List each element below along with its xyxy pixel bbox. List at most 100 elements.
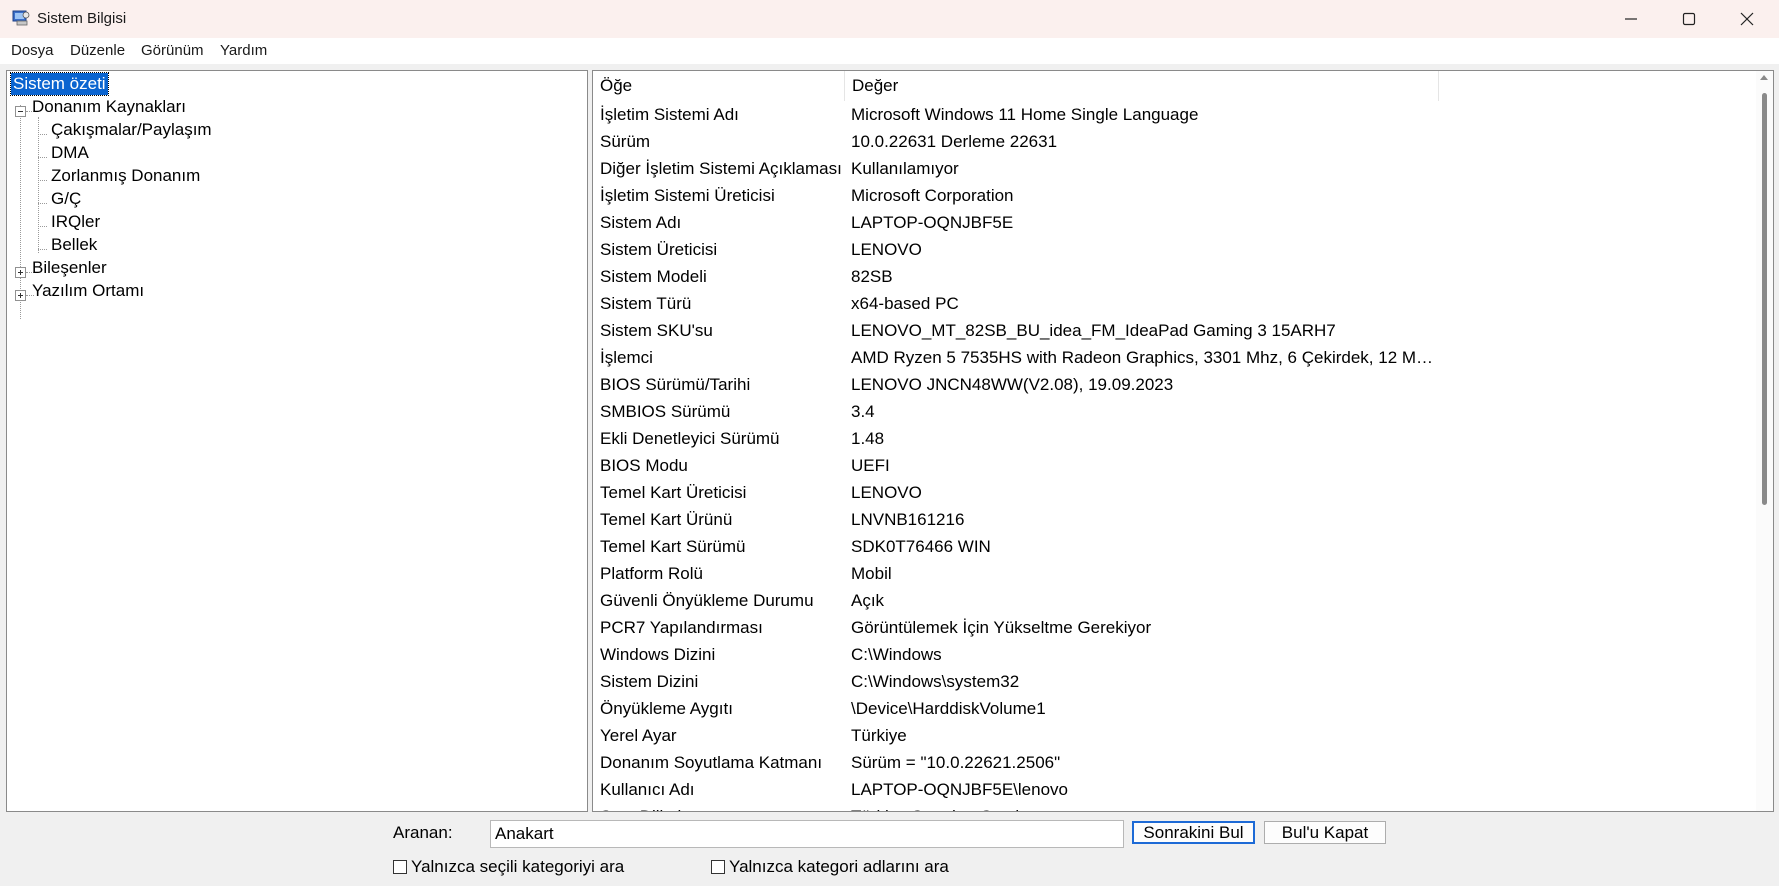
checkbox-icon[interactable]: [393, 860, 407, 874]
search-selected-category-checkbox[interactable]: Yalnızca seçili kategoriyi ara: [393, 857, 624, 877]
table-row[interactable]: Güvenli Önyükleme Durumu Açık: [593, 587, 1756, 614]
vertical-scrollbar[interactable]: [1756, 71, 1773, 811]
table-row[interactable]: Sistem Türü x64-based PC: [593, 290, 1756, 317]
row-value: LNVNB161216: [851, 510, 965, 529]
table-row[interactable]: Ekli Denetleyici Sürümü 1.48: [593, 425, 1756, 452]
row-value: Microsoft Corporation: [851, 186, 1014, 205]
table-row[interactable]: BIOS Modu UEFI: [593, 452, 1756, 479]
row-item: Sistem Türü: [600, 294, 692, 313]
column-header-item[interactable]: Öğe: [593, 71, 845, 101]
table-row[interactable]: Sürüm 10.0.22631 Derleme 22631: [593, 128, 1756, 155]
table-row[interactable]: BIOS Sürümü/Tarihi LENOVO JNCN48WW(V2.08)…: [593, 371, 1756, 398]
menu-file[interactable]: Dosya: [11, 42, 54, 59]
table-row[interactable]: Donanım Soyutlama Katmanı Sürüm = "10.0.2…: [593, 749, 1756, 776]
row-value: LENOVO: [851, 483, 922, 502]
find-next-button[interactable]: Sonrakini Bul: [1132, 821, 1255, 844]
find-label: Aranan:: [393, 823, 453, 842]
scroll-thumb[interactable]: [1762, 93, 1767, 505]
table-row[interactable]: Temel Kart Ürünü LNVNB161216: [593, 506, 1756, 533]
table-row[interactable]: Platform Rolü Mobil: [593, 560, 1756, 587]
minimize-icon: [1625, 18, 1637, 20]
table-row[interactable]: Sistem Adı LAPTOP-OQNJBF5E: [593, 209, 1756, 236]
row-value: LENOVO_MT_82SB_BU_idea_FM_IdeaPad Gaming…: [851, 321, 1336, 340]
close-button[interactable]: [1718, 0, 1776, 38]
row-item: Saat Dilimi: [600, 803, 844, 811]
tree-item-components[interactable]: Bileşenler: [32, 257, 107, 279]
table-row[interactable]: Yerel Ayar Türkiye: [593, 722, 1756, 749]
row-value: Sürüm = "10.0.22621.2506": [851, 753, 1061, 772]
find-input[interactable]: [490, 820, 1124, 848]
menu-view[interactable]: Görünüm: [141, 42, 204, 59]
details-list[interactable]: Öğe Değer İşletim Sistemi Adı Microsoft W…: [592, 70, 1774, 812]
maximize-button[interactable]: [1660, 0, 1718, 38]
table-row[interactable]: Sistem Dizini C:\Windows\system32: [593, 668, 1756, 695]
table-row[interactable]: PCR7 Yapılandırması Görüntülemek İçin Yük…: [593, 614, 1756, 641]
tree-item-memory[interactable]: Bellek: [51, 234, 97, 256]
row-value: 1.48: [851, 429, 885, 448]
table-row[interactable]: Önyükleme Aygıtı \Device\HarddiskVolume1: [593, 695, 1756, 722]
table-row[interactable]: Kullanıcı Adı LAPTOP-OQNJBF5E\lenovo: [593, 776, 1756, 803]
list-rows: İşletim Sistemi Adı Microsoft Windows 11 …: [593, 101, 1756, 811]
row-item: İşletim Sistemi Adı: [600, 105, 739, 124]
close-find-button[interactable]: Bul'u Kapat: [1264, 821, 1386, 844]
row-value: AMD Ryzen 5 7535HS with Radeon Graphics,…: [851, 348, 1439, 367]
tree-item-software-environment[interactable]: Yazılım Ortamı: [32, 280, 144, 302]
row-item: BIOS Modu: [600, 456, 688, 475]
search-category-names-checkbox[interactable]: Yalnızca kategori adlarını ara: [711, 857, 949, 877]
checkbox-label: Yalnızca kategori adlarını ara: [729, 857, 949, 876]
table-row[interactable]: Windows Dizini C:\Windows: [593, 641, 1756, 668]
row-item: Yerel Ayar: [600, 726, 677, 745]
tree-line: [38, 226, 47, 227]
table-row[interactable]: Saat Dilimi Türkiye Standart Saati: [593, 803, 1756, 811]
table-row[interactable]: İşletim Sistemi Üreticisi Microsoft Corpo…: [593, 182, 1756, 209]
table-row[interactable]: Sistem SKU'su LENOVO_MT_82SB_BU_idea_FM_I…: [593, 317, 1756, 344]
tree-item-forced-hardware[interactable]: Zorlanmış Donanım: [51, 165, 200, 187]
tree-item-conflicts[interactable]: Çakışmalar/Paylaşım: [51, 119, 212, 141]
table-row[interactable]: Temel Kart Sürümü SDK0T76466 WIN: [593, 533, 1756, 560]
expand-icon[interactable]: [15, 290, 26, 301]
tree-item-system-summary[interactable]: Sistem özeti: [10, 72, 109, 96]
tree-line: [38, 117, 39, 253]
tree-line: [38, 180, 47, 181]
row-item: Temel Kart Ürünü: [600, 510, 733, 529]
row-value: Kullanılamıyor: [851, 159, 959, 178]
tree-line: [38, 157, 47, 158]
menu-help[interactable]: Yardım: [220, 42, 267, 59]
row-item: Sistem Dizini: [600, 672, 699, 691]
table-row[interactable]: İşlemci AMD Ryzen 5 7535HS with Radeon Gr…: [593, 344, 1756, 371]
row-item: Sistem Modeli: [600, 267, 707, 286]
collapse-icon[interactable]: [15, 106, 26, 117]
column-header-value[interactable]: Değer: [845, 71, 1439, 101]
scroll-up-icon[interactable]: [1760, 75, 1768, 80]
row-value: Mobil: [851, 564, 892, 583]
maximize-icon: [1682, 12, 1696, 26]
minimize-button[interactable]: [1602, 0, 1660, 38]
expand-icon[interactable]: [15, 267, 26, 278]
window-title: Sistem Bilgisi: [37, 10, 127, 27]
table-row[interactable]: SMBIOS Sürümü 3.4: [593, 398, 1756, 425]
table-row[interactable]: Sistem Üreticisi LENOVO: [593, 236, 1756, 263]
table-row[interactable]: İşletim Sistemi Adı Microsoft Windows 11 …: [593, 101, 1756, 128]
tree-item-io[interactable]: G/Ç: [51, 188, 81, 210]
row-item: Sistem SKU'su: [600, 321, 713, 340]
tree-item-irqs[interactable]: IRQler: [51, 211, 100, 233]
table-row[interactable]: Diğer İşletim Sistemi Açıklaması Kullanıl…: [593, 155, 1756, 182]
row-value: LENOVO: [851, 240, 922, 259]
row-value: Türkiye: [851, 726, 907, 745]
checkbox-icon[interactable]: [711, 860, 725, 874]
row-value: 10.0.22631 Derleme 22631: [851, 132, 1058, 151]
tree-item-hardware-resources[interactable]: Donanım Kaynakları: [32, 96, 186, 118]
menu-edit[interactable]: Düzenle: [70, 42, 125, 59]
table-row[interactable]: Sistem Modeli 82SB: [593, 263, 1756, 290]
table-row[interactable]: Temel Kart Üreticisi LENOVO: [593, 479, 1756, 506]
row-item: Diğer İşletim Sistemi Açıklaması: [600, 159, 842, 178]
row-value: C:\Windows\system32: [851, 672, 1020, 691]
tree-line: [38, 203, 47, 204]
tree-item-dma[interactable]: DMA: [51, 142, 89, 164]
row-item: Temel Kart Üreticisi: [600, 483, 747, 502]
row-value: Açık: [851, 591, 885, 610]
row-item: Kullanıcı Adı: [600, 780, 695, 799]
row-value: C:\Windows: [851, 645, 942, 664]
category-tree[interactable]: Sistem özeti Donanım Kaynakları Çakışmal…: [6, 70, 588, 812]
row-item: Önyükleme Aygıtı: [600, 699, 733, 718]
